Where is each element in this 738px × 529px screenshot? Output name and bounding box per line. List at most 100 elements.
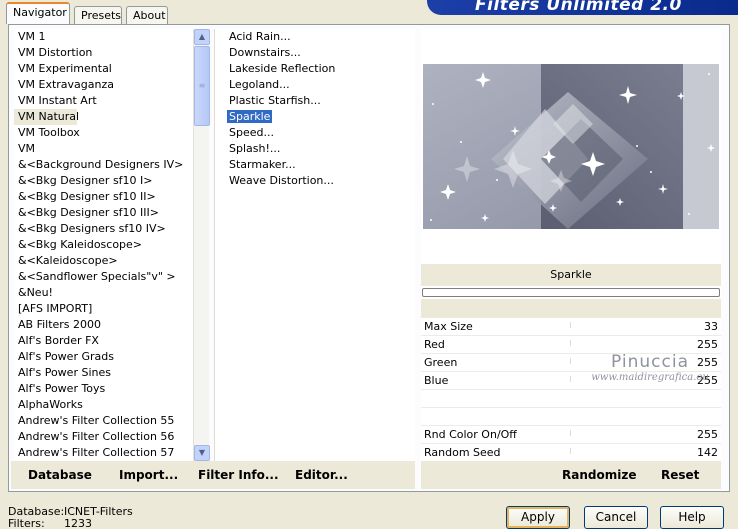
filter-item[interactable]: Splash!... (215, 141, 415, 157)
param-red[interactable]: Red 255 (421, 336, 721, 354)
app-banner: Filters Unlimited 2.0 (427, 0, 738, 15)
tab-bar: Navigator Presets About (0, 0, 420, 24)
category-item[interactable]: Alf's Border FX (14, 333, 194, 349)
param-random-seed[interactable]: Random Seed 142 (421, 444, 721, 462)
category-list[interactable]: VM 1 VM Distortion VM Experimental VM Extra… (14, 29, 194, 461)
category-item[interactable]: &<Bkg Designer sf10 III> (14, 205, 194, 221)
category-item[interactable]: Alf's Power Grads (14, 349, 194, 365)
apply-button[interactable]: Apply (506, 506, 570, 529)
slider-tick (570, 448, 571, 454)
navigator-button-bar: Database Import... Filter Info... Editor… (11, 461, 415, 489)
filter-item-label: Downstairs... (229, 46, 301, 59)
category-scrollbar[interactable]: ▲ ≡ ▼ (193, 29, 210, 461)
scroll-down-button[interactable]: ▼ (194, 445, 210, 461)
param-label: Random Seed (424, 446, 501, 459)
category-item[interactable]: VM 1 (14, 29, 194, 45)
filter-item-label: Acid Rain... (229, 30, 291, 43)
status-filters-value: 1233 (64, 517, 92, 529)
param-label: Max Size (424, 320, 473, 333)
category-item[interactable]: Andrew's Filter Collection 57 (14, 445, 194, 461)
help-button[interactable]: Help (660, 506, 724, 529)
category-item[interactable]: VM (14, 141, 194, 157)
param-value: 255 (697, 374, 718, 387)
grip-icon: ≡ (198, 81, 206, 90)
filter-item-label: Speed... (229, 126, 274, 139)
category-item[interactable]: AB Filters 2000 (14, 317, 194, 333)
param-max-size[interactable]: Max Size 33 (421, 318, 721, 336)
category-item[interactable]: &<Bkg Designers sf10 IV> (14, 221, 194, 237)
category-item[interactable]: &<Background Designers IV> (14, 157, 194, 173)
param-rnd-color[interactable]: Rnd Color On/Off 255 (421, 426, 721, 444)
param-empty-2 (421, 408, 721, 426)
filter-item[interactable]: Plastic Starfish... (215, 93, 415, 109)
category-item[interactable]: Andrew's Filter Collection 55 (14, 413, 194, 429)
category-item[interactable]: Alf's Power Toys (14, 381, 194, 397)
database-button[interactable]: Database (28, 468, 92, 482)
param-green[interactable]: Green 255 (421, 354, 721, 372)
tab-presets[interactable]: Presets (74, 6, 122, 24)
category-item[interactable]: VM Toolbox (14, 125, 194, 141)
params-button-bar: Randomize Reset (421, 461, 721, 489)
slider-tick (570, 322, 571, 328)
param-blue[interactable]: Blue 255 (421, 372, 721, 390)
params-header (421, 299, 721, 318)
filter-item-label: Sparkle (227, 110, 273, 123)
category-item[interactable]: &Neu! (14, 285, 194, 301)
param-value: 255 (697, 338, 718, 351)
scroll-up-button[interactable]: ▲ (194, 29, 210, 45)
editor-button[interactable]: Editor... (295, 468, 348, 482)
filter-item-label: Weave Distortion... (229, 174, 334, 187)
category-item[interactable]: &<Bkg Designer sf10 II> (14, 189, 194, 205)
param-label: Red (424, 338, 445, 351)
filter-item[interactable]: Legoland... (215, 77, 415, 93)
filter-item[interactable]: Speed... (215, 125, 415, 141)
category-item[interactable]: VM Distortion (14, 45, 194, 61)
reset-button[interactable]: Reset (661, 468, 699, 482)
category-item[interactable]: &<Bkg Kaleidoscope> (14, 237, 194, 253)
scroll-thumb[interactable]: ≡ (194, 46, 210, 126)
import-button[interactable]: Import... (119, 468, 178, 482)
category-item[interactable]: VM Instant Art (14, 93, 194, 109)
param-label: Rnd Color On/Off (424, 428, 517, 441)
filter-item-label: Splash!... (229, 142, 281, 155)
category-item[interactable]: VM Extravaganza (14, 77, 194, 93)
category-item[interactable]: Andrew's Filter Collection 56 (14, 429, 194, 445)
filter-item-label: Plastic Starfish... (229, 94, 321, 107)
tab-about[interactable]: About (126, 6, 168, 24)
slider-tick (570, 430, 571, 436)
param-value: 255 (697, 428, 718, 441)
cancel-button[interactable]: Cancel (584, 506, 648, 529)
param-label: Blue (424, 374, 449, 387)
filter-info-button[interactable]: Filter Info... (198, 468, 279, 482)
filter-item-label: Starmaker... (229, 158, 296, 171)
tab-navigator[interactable]: Navigator (6, 2, 70, 24)
banner-title: Filters Unlimited 2.0 (475, 0, 682, 15)
category-item[interactable]: Alf's Power Sines (14, 365, 194, 381)
filter-item[interactable]: Downstairs... (215, 45, 415, 61)
randomize-button[interactable]: Randomize (562, 468, 636, 482)
filter-list[interactable]: Acid Rain... Downstairs... Lakeside Reflec… (214, 29, 415, 461)
filter-item[interactable]: Sparkle (215, 109, 415, 125)
chevron-up-icon: ▲ (198, 32, 206, 41)
param-value: 255 (697, 356, 718, 369)
category-item[interactable]: &<Kaleidoscope> (14, 253, 194, 269)
slider-tick (570, 376, 571, 382)
filter-name-label: Sparkle (421, 264, 721, 286)
filter-item[interactable]: Lakeside Reflection (215, 61, 415, 77)
category-item[interactable]: &<Sandflower Specials"v" > (14, 269, 194, 285)
filter-item-label: Lakeside Reflection (229, 62, 336, 75)
progress-bar (422, 288, 720, 297)
category-item[interactable]: [AFS IMPORT] (14, 301, 194, 317)
filter-item[interactable]: Weave Distortion... (215, 173, 415, 189)
param-value: 33 (704, 320, 718, 333)
preview-image (423, 64, 719, 229)
category-item[interactable]: VM Natural (14, 109, 79, 125)
filter-item-label: Legoland... (229, 78, 290, 91)
filter-item[interactable]: Starmaker... (215, 157, 415, 173)
category-item[interactable]: VM Experimental (14, 61, 194, 77)
preview-graphic (423, 64, 719, 229)
filter-item[interactable]: Acid Rain... (215, 29, 415, 45)
category-item[interactable]: &<Bkg Designer sf10 I> (14, 173, 194, 189)
category-item[interactable]: AlphaWorks (14, 397, 194, 413)
slider-tick (570, 340, 571, 346)
